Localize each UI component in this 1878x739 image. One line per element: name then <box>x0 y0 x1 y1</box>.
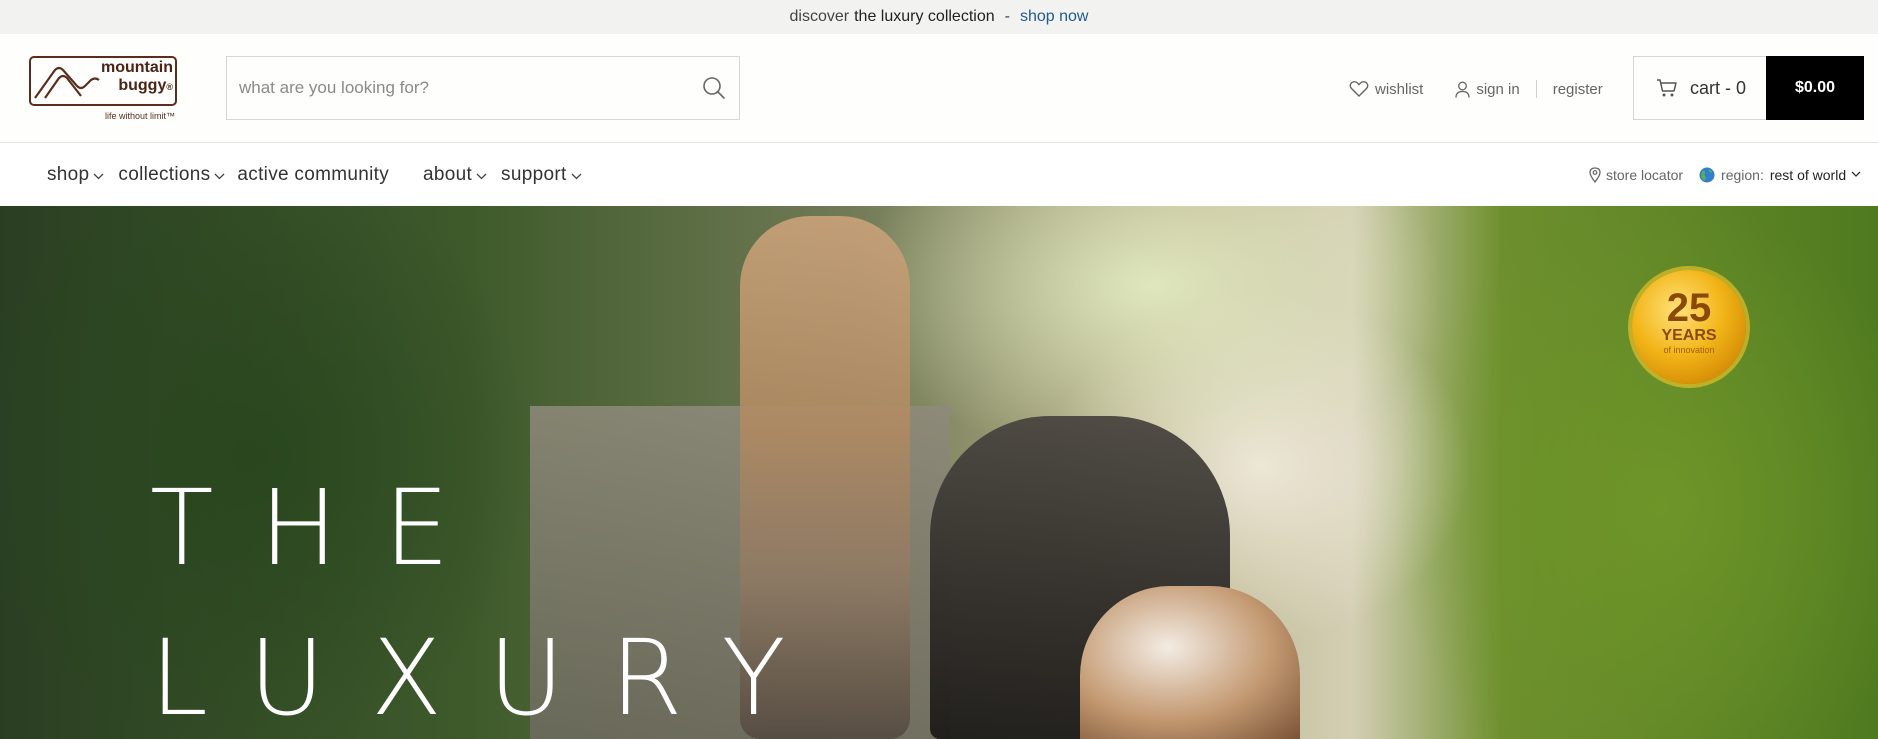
cart: cart - 0 $0.00 <box>1633 56 1864 120</box>
region-selector[interactable]: region: rest of world <box>1699 167 1861 183</box>
cart-icon <box>1657 79 1677 97</box>
nav-item-collections[interactable]: collections <box>118 164 225 186</box>
nav-item-shop[interactable]: shop <box>47 164 104 186</box>
globe-icon <box>1699 167 1715 182</box>
sign-in-link[interactable]: sign in <box>1455 80 1520 98</box>
nav-item-support[interactable]: support <box>501 164 581 186</box>
badge-number: 25 <box>1666 286 1712 330</box>
main-nav: shop collections active community about … <box>0 143 1878 206</box>
nav-menu: shop collections active community about … <box>47 143 582 206</box>
heart-icon <box>1349 81 1369 97</box>
wishlist-link[interactable]: wishlist <box>1349 80 1423 98</box>
register-link[interactable]: register <box>1553 81 1603 98</box>
badge-subtitle: of innovation <box>1663 345 1715 355</box>
nav-item-active-community[interactable]: active community <box>237 164 389 186</box>
cart-button[interactable]: cart - 0 <box>1633 56 1766 120</box>
badge-years: YEARS <box>1661 327 1717 344</box>
search-box <box>226 56 740 120</box>
wishlist-label: wishlist <box>1375 80 1424 98</box>
announcement-highlight: the luxury collection <box>854 8 995 25</box>
search-button[interactable] <box>689 57 739 119</box>
register-label: register <box>1552 80 1603 98</box>
hero-dog-figure <box>1080 586 1300 739</box>
nav-utilities: store locator region: rest of world <box>1589 143 1861 206</box>
cart-total-button[interactable]: $0.00 <box>1766 56 1864 120</box>
chevron-down-icon <box>93 173 104 180</box>
chevron-down-icon <box>571 173 581 180</box>
nav-item-label: support <box>501 163 567 185</box>
chevron-down-icon <box>1851 171 1861 177</box>
sign-in-label: sign in <box>1476 80 1520 98</box>
cart-label: cart - 0 <box>1690 77 1747 98</box>
nav-item-label: about <box>423 163 473 185</box>
anniversary-badge: 25 YEARS of innovation <box>1632 270 1746 384</box>
account-divider <box>1535 80 1537 98</box>
brand-logo[interactable]: mountain buggy® life without limit™ <box>29 56 179 126</box>
user-icon <box>1455 81 1470 98</box>
nav-item-label: shop <box>47 163 90 185</box>
nav-item-label: active community <box>237 163 389 185</box>
hero-banner[interactable]: THE LUXURY 25 YEARS of innovation <box>0 206 1878 739</box>
region-value: rest of world <box>1769 166 1847 183</box>
region-label: region: <box>1721 166 1764 183</box>
hero-title-line2: LUXURY <box>150 617 832 739</box>
announcement-prefix: discover <box>789 8 850 25</box>
account-links: wishlist sign in register <box>1349 80 1603 98</box>
shop-now-link[interactable]: shop now <box>1020 8 1089 26</box>
hero-title-line1: THE <box>150 467 496 589</box>
nav-item-label: collections <box>118 163 211 185</box>
registered-mark: ® <box>166 82 173 92</box>
store-locator-label: store locator <box>1606 166 1684 183</box>
site-header: mountain buggy® life without limit™ wish… <box>0 34 1878 143</box>
logo-line2: buggy <box>118 77 167 94</box>
chevron-down-icon <box>214 173 225 180</box>
logo-wordmark: mountain buggy® <box>101 59 173 96</box>
chevron-down-icon <box>476 173 487 180</box>
logo-tagline: life without limit™ <box>105 111 176 121</box>
announcement-separator: - <box>1004 8 1010 25</box>
logo-line1: mountain <box>101 59 173 76</box>
search-icon <box>703 77 725 99</box>
mountain-logo-icon <box>34 66 100 99</box>
map-pin-icon <box>1589 166 1601 183</box>
nav-item-about[interactable]: about <box>423 164 487 186</box>
store-locator-link[interactable]: store locator <box>1589 167 1683 183</box>
search-input[interactable] <box>227 57 689 119</box>
announcement-bar: discover the luxury collection - shop no… <box>0 0 1878 34</box>
